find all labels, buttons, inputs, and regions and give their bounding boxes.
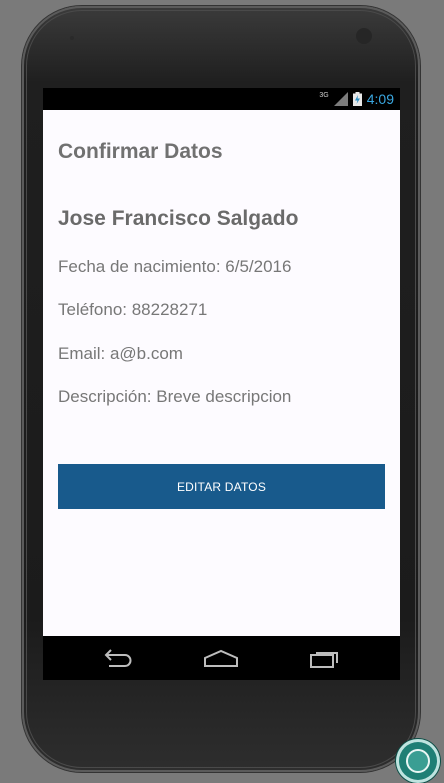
user-full-name: Jose Francisco Salgado	[58, 207, 299, 230]
device-screen: 3G 4:09 Confirmar Datos Jose Francisco S…	[43, 88, 400, 680]
signal-icon	[333, 92, 348, 106]
description-text: Descripción: Breve descripcion	[58, 387, 292, 406]
battery-charging-icon	[352, 92, 362, 106]
recent-apps-button[interactable]	[305, 644, 345, 672]
back-icon	[104, 649, 132, 667]
sensor-dot	[70, 36, 74, 40]
email-text: Email: a@b.com	[58, 344, 183, 363]
recent-apps-icon	[310, 652, 338, 668]
phone-text: Teléfono: 88228271	[58, 300, 208, 319]
home-icon	[204, 649, 238, 667]
birthdate-text: Fecha de nacimiento: 6/5/2016	[58, 257, 292, 276]
navigation-bar	[43, 636, 400, 680]
floating-assistant-button[interactable]	[396, 739, 440, 783]
confirm-data-screen: Confirmar Datos Jose Francisco Salgado F…	[43, 110, 400, 636]
status-icons: 3G 4:09	[319, 90, 394, 108]
back-button[interactable]	[98, 644, 138, 672]
circle-icon	[406, 749, 430, 773]
network-type-label: 3G	[319, 91, 329, 99]
home-button[interactable]	[201, 644, 241, 672]
page-title: Confirmar Datos	[58, 140, 223, 163]
edit-data-button[interactable]: EDITAR DATOS	[58, 464, 385, 509]
front-camera	[356, 28, 372, 44]
status-bar: 3G 4:09	[43, 88, 400, 110]
clock: 4:09	[366, 91, 394, 107]
